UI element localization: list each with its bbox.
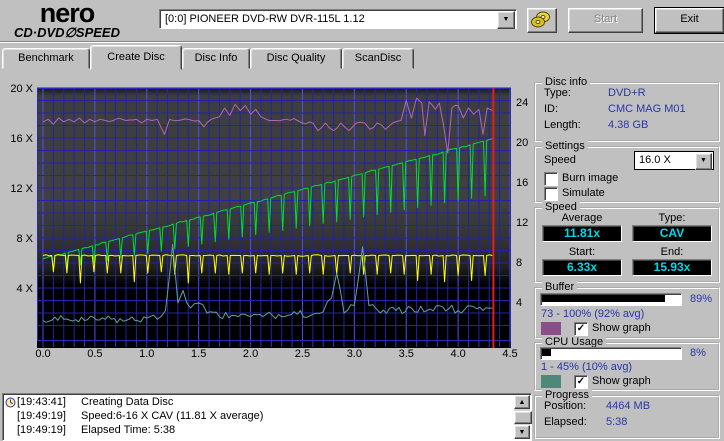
left-axis-tick-label: 12 X (10, 183, 33, 195)
avg-speed-value: 11.81x (542, 225, 622, 242)
tab-create-disc[interactable]: Create Disc (90, 45, 182, 70)
clock-icon (5, 397, 16, 408)
position-value: 4464 MB (606, 400, 651, 412)
position-label: Position: (544, 400, 587, 412)
cpu-show-graph-label: Show graph (592, 375, 651, 387)
start-button[interactable]: Start (568, 8, 643, 33)
disc-type-value: DVD+R (608, 87, 646, 99)
log-text: Speed:6-16 X CAV (11.81 X average) (81, 410, 264, 422)
x-axis-tick-label: 0.0 (35, 348, 50, 360)
scrollbar-thumb[interactable] (514, 411, 532, 424)
left-axis-tick-label: 16 X (10, 133, 33, 145)
disc-length-label: Length: (544, 119, 581, 131)
cpu-bar-fill (542, 349, 552, 356)
disc-length-value: 4.38 GB (608, 119, 649, 131)
buffer-bar-fill (542, 295, 665, 302)
settings-group: Settings Speed 16.0 X ▼ Burn image Simul… (534, 140, 720, 203)
progress-group: Progress Position: 4464 MB Elapsed: 5:38 (534, 389, 720, 439)
x-axis-tick-label: 2.5 (295, 348, 310, 360)
scroll-up-button[interactable]: ▲ (514, 395, 530, 409)
status-log: [19:43:41] Creating Data Disc [19:49:19]… (2, 393, 532, 441)
speed-select[interactable]: 16.0 X ▼ (634, 151, 714, 170)
x-axis-tick-label: 2.0 (243, 348, 258, 360)
buffer-group: Buffer 89% 73 - 100% (92% avg) ✓ Show gr… (534, 281, 720, 339)
x-axis-tick-label: 3.0 (347, 348, 362, 360)
cpu-group: CPU Usage 8% 1 - 45% (10% avg) ✓ Show gr… (534, 336, 720, 391)
disc-type-label: Type: (544, 87, 571, 99)
buffer-bar (540, 293, 682, 306)
cpu-percent: 8% (690, 347, 706, 359)
elapsed-label: Elapsed: (544, 416, 587, 428)
speed-type-label: Type: (658, 212, 686, 224)
cpu-bar (540, 347, 682, 360)
speed-type-value: CAV (632, 225, 712, 242)
burn-image-checkbox[interactable] (544, 172, 558, 186)
exit-button[interactable]: Exit (654, 7, 724, 34)
nero-cd-dvd-speed-window: { "header": { "logo": {"top":"nero","bot… (0, 0, 724, 441)
log-time: [19:43:41] (17, 396, 66, 408)
log-time: [19:49:19] (17, 424, 66, 436)
x-axis-tick-label: 0.5 (87, 348, 102, 360)
end-speed-label: End: (660, 246, 684, 258)
buffer-percent: 89% (690, 293, 713, 305)
left-axis-tick-label: 8 X (16, 233, 33, 245)
simulate-label: Simulate (562, 187, 605, 199)
speed-select-value: 16.0 X (639, 154, 671, 166)
cpu-show-graph-checkbox[interactable]: ✓ (574, 375, 588, 389)
right-axis-tick-label: 16 (516, 177, 528, 189)
settings-title: Settings (542, 140, 588, 152)
disc-id-value: CMC MAG M01 (608, 103, 686, 115)
avg-speed-label: Average (561, 212, 603, 224)
x-axis-tick-label: 4.5 (502, 348, 517, 360)
end-speed-value: 15.93x (632, 259, 712, 276)
buffer-range: 73 - 100% (92% avg) (541, 308, 645, 320)
right-axis-tick-label: 24 (516, 97, 528, 109)
write-speed-chart: 20 X 16 X 12 X 8 X 4 X 24 20 16 12 8 4 0.0 0.5 1.0 1.5… (10, 83, 528, 360)
x-axis-tick-label: 1.0 (139, 348, 154, 360)
simulate-checkbox[interactable] (544, 187, 558, 201)
buffer-color-swatch (541, 322, 561, 335)
log-time: [19:49:19] (17, 410, 66, 422)
eject-disc-button[interactable] (527, 8, 557, 33)
x-axis-tick-label: 3.5 (399, 348, 414, 360)
right-axis-tick-label: 20 (516, 137, 528, 149)
x-axis-tick-label: 4.0 (450, 348, 465, 360)
x-axis-tick-label: 1.5 (191, 348, 206, 360)
log-scrollbar[interactable]: ▲ ▼ (514, 395, 532, 439)
buffer-title: Buffer (542, 281, 578, 293)
elapsed-value: 5:38 (606, 416, 628, 428)
log-text: Creating Data Disc (81, 396, 174, 408)
start-speed-value: 6.33x (542, 259, 622, 276)
right-axis-tick-label: 12 (516, 217, 528, 229)
burn-image-label: Burn image (562, 172, 619, 184)
disc-id-label: ID: (544, 103, 559, 115)
disc-info-group: Disc info Type: DVD+R ID: CMC MAG M01 Le… (534, 76, 720, 142)
cpu-range: 1 - 45% (10% avg) (541, 361, 633, 373)
discs-icon (531, 11, 550, 28)
speed-group: Speed Average Type: 11.81x CAV Start: En… (534, 201, 720, 283)
right-axis-tick-label: 8 (516, 257, 522, 269)
buffer-show-graph-label: Show graph (592, 322, 651, 334)
scroll-down-button[interactable]: ▼ (514, 425, 530, 439)
left-axis-tick-label: 4 X (16, 283, 33, 295)
buffer-show-graph-checkbox[interactable]: ✓ (574, 322, 588, 336)
axis-strip (37, 341, 511, 348)
log-text: Elapsed Time: 5:38 (81, 424, 176, 436)
right-axis-tick-label: 4 (516, 297, 522, 309)
speed-select-dropdown-button[interactable]: ▼ (695, 153, 712, 170)
cpu-color-swatch (541, 375, 561, 388)
left-axis-tick-label: 20 X (10, 83, 33, 95)
speed-setting-label: Speed (544, 154, 576, 166)
start-speed-label: Start: (568, 246, 596, 258)
